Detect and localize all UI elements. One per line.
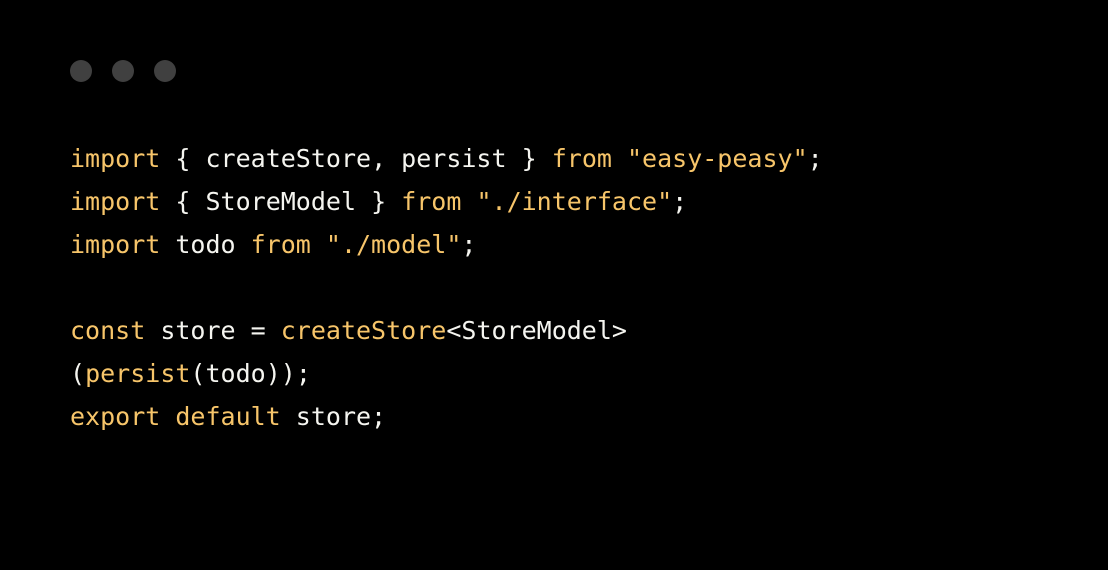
code-token: export (70, 402, 160, 431)
code-line: export default store; (70, 395, 1038, 438)
code-token: ) (266, 359, 281, 388)
code-token (537, 144, 552, 173)
code-token: import (70, 187, 160, 216)
code-token: todo (205, 359, 265, 388)
code-block: import { createStore, persist } from "ea… (70, 137, 1038, 438)
window-controls (70, 60, 1038, 82)
code-line: (persist(todo)); (70, 352, 1038, 395)
code-token (386, 187, 401, 216)
code-token: ( (70, 359, 85, 388)
code-token: > (612, 316, 627, 345)
code-token: from (401, 187, 461, 216)
code-token (461, 187, 476, 216)
code-token: createStore (281, 316, 447, 345)
code-token: } (522, 144, 537, 173)
code-line (70, 266, 1038, 309)
code-token: const (70, 316, 145, 345)
maximize-icon[interactable] (154, 60, 176, 82)
code-line: import { createStore, persist } from "ea… (70, 137, 1038, 180)
code-token: todo (160, 230, 250, 259)
code-token: persist (386, 144, 521, 173)
code-token: ; (461, 230, 476, 259)
code-token: = (251, 316, 266, 345)
code-token (612, 144, 627, 173)
code-token: < (446, 316, 461, 345)
code-token (266, 316, 281, 345)
code-line: import { StoreModel } from "./interface"… (70, 180, 1038, 223)
code-token: { (175, 144, 190, 173)
code-token: default (175, 402, 280, 431)
code-token: from (251, 230, 311, 259)
code-token (160, 187, 175, 216)
code-token: "./interface" (476, 187, 672, 216)
code-token: from (552, 144, 612, 173)
code-line: const store = createStore<StoreModel> (70, 309, 1038, 352)
code-token: } (371, 187, 386, 216)
code-token: persist (85, 359, 190, 388)
code-token: import (70, 230, 160, 259)
code-token: StoreModel (190, 187, 371, 216)
code-token: , (371, 144, 386, 173)
code-token (160, 402, 175, 431)
code-token: "./model" (326, 230, 461, 259)
code-token: ) (281, 359, 296, 388)
code-token: ; (371, 402, 386, 431)
code-token: ; (296, 359, 311, 388)
code-token: "easy-peasy" (627, 144, 808, 173)
code-token: store (145, 316, 250, 345)
code-token (70, 273, 85, 302)
code-token (160, 144, 175, 173)
code-window: import { createStore, persist } from "ea… (0, 0, 1108, 570)
code-token: StoreModel (461, 316, 612, 345)
code-token: createStore (190, 144, 371, 173)
minimize-icon[interactable] (112, 60, 134, 82)
close-icon[interactable] (70, 60, 92, 82)
code-token: ; (808, 144, 823, 173)
code-token: ; (672, 187, 687, 216)
code-token: ( (190, 359, 205, 388)
code-token: import (70, 144, 160, 173)
code-token (311, 230, 326, 259)
code-line: import todo from "./model"; (70, 223, 1038, 266)
code-token: store (281, 402, 371, 431)
code-token: { (175, 187, 190, 216)
